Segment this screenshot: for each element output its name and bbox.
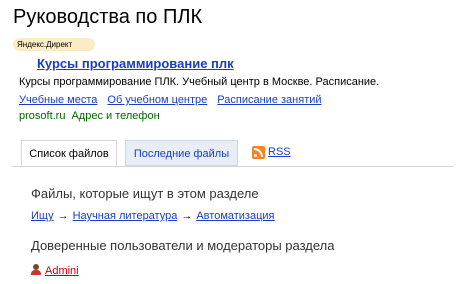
yandex-direct-badge[interactable]: Яндекс.Директ: [13, 38, 95, 51]
ad-description: Курсы программирование ПЛК. Учебный цент…: [19, 76, 380, 88]
ad-contact-link[interactable]: Адрес и телефон: [71, 110, 159, 122]
breadcrumb-separator: →: [57, 210, 69, 222]
ad-title-link[interactable]: Курсы программирование плк: [37, 56, 234, 71]
rss-icon[interactable]: [252, 146, 265, 159]
ad-link-about[interactable]: Об учебном центре: [107, 94, 207, 106]
breadcrumb: Ищу → Научная литература → Автоматизация: [31, 210, 275, 222]
tab-file-list[interactable]: Список файлов: [21, 140, 117, 166]
ad-site: prosoft.ru Адрес и телефон: [19, 110, 166, 122]
breadcrumb-separator: →: [181, 210, 193, 222]
ad-link-schedule[interactable]: Расписание занятий: [217, 94, 321, 106]
breadcrumb-search[interactable]: Ищу: [31, 210, 54, 222]
user-entry: Admini: [31, 264, 79, 277]
trusted-users-title: Доверенные пользователи и модераторы раз…: [31, 238, 335, 253]
ad-link-places[interactable]: Учебные места: [19, 94, 97, 106]
section-title: Файлы, которые ищут в этом разделе: [31, 186, 259, 201]
user-link[interactable]: Admini: [45, 265, 79, 277]
tab-recent-files[interactable]: Последние файлы: [125, 140, 238, 166]
ad-links: Учебные места Об учебном центре Расписание…: [19, 94, 332, 106]
rss-link[interactable]: RSS: [268, 146, 291, 158]
user-icon: [31, 264, 41, 275]
page-title: Руководства по ПЛК: [13, 6, 203, 28]
ad-site-domain[interactable]: prosoft.ru: [19, 110, 65, 122]
breadcrumb-automation[interactable]: Автоматизация: [196, 210, 274, 222]
breadcrumb-science-literature[interactable]: Научная литература: [73, 210, 178, 222]
